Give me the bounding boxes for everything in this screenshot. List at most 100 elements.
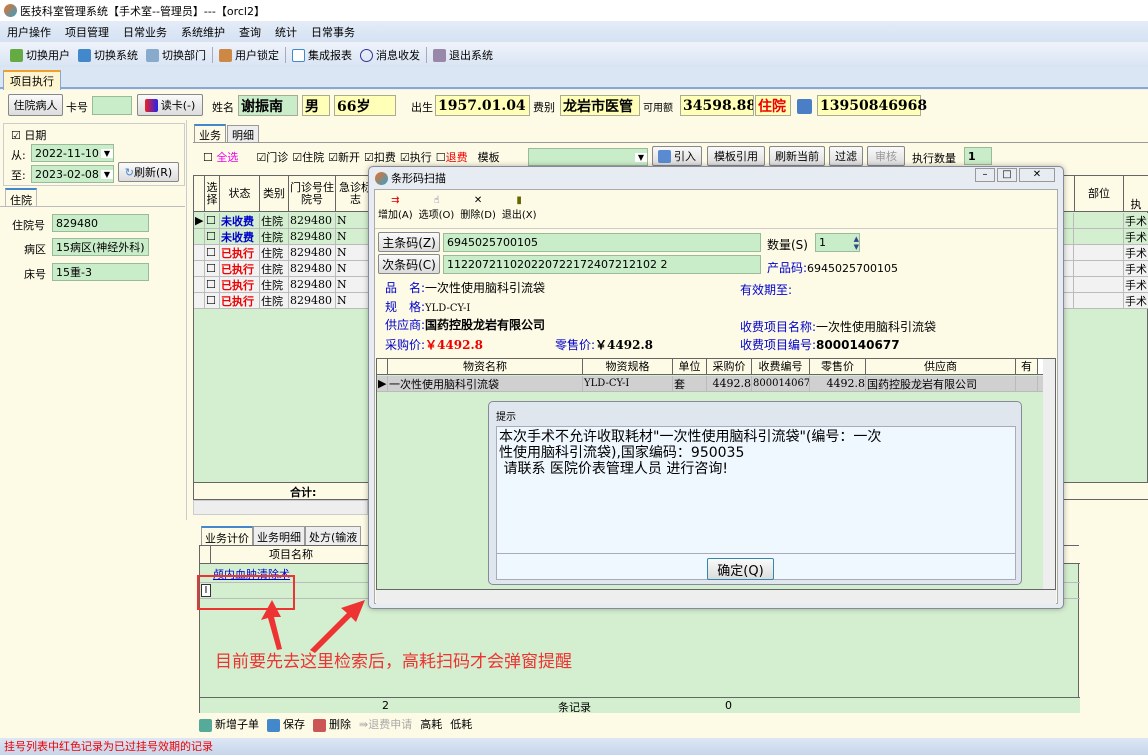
header-site[interactable]: 部位 <box>1074 176 1124 211</box>
select-all-checkbox[interactable]: ☐ 全选 <box>203 149 238 165</box>
new-sub-order-button[interactable]: 新增子单 <box>199 716 259 732</box>
cell-visit-no: 829480 <box>289 293 336 308</box>
material-header[interactable]: 单位 <box>673 359 707 374</box>
purchase-price: ￥4492.8 <box>425 338 483 352</box>
material-header[interactable] <box>377 359 388 374</box>
cell-row-checkbox[interactable]: ☐ <box>205 261 220 276</box>
dialog-horizontal-scrollbar[interactable] <box>376 590 1056 604</box>
refresh-current-button[interactable]: 刷新当前 <box>769 146 825 166</box>
cell-category: 住院 <box>260 213 289 228</box>
tab-project-execution[interactable]: 项目执行 <box>3 70 61 90</box>
cell-row-checkbox[interactable]: ☐ <box>205 213 220 228</box>
executed-checkbox[interactable]: ☑执行 <box>400 149 432 165</box>
header-select[interactable]: 选择 <box>205 176 220 211</box>
switch-dept-button[interactable]: 切换部门 <box>142 47 210 63</box>
ok-button[interactable]: 确定(Q) <box>707 558 774 580</box>
menu-project-mgmt[interactable]: 项目管理 <box>58 24 116 40</box>
cell-exec: 手术 <box>1125 294 1147 308</box>
sub-code-button[interactable]: 次条码(C) <box>378 254 440 274</box>
tab-business[interactable]: 业务 <box>194 124 226 142</box>
cell-row-checkbox[interactable]: ☐ <box>205 293 220 308</box>
sub-code-input[interactable]: 112207211020220722172407212102 2 <box>443 255 761 274</box>
refund-checkbox[interactable]: ☐退费 <box>436 149 468 165</box>
material-row[interactable]: ▶一次性使用脑科引流袋YLD-CY-I套4492.880001406774492… <box>377 376 1045 392</box>
patient-age: 66岁 <box>334 95 396 116</box>
menu-statistics[interactable]: 统计 <box>268 24 304 40</box>
new-checkbox[interactable]: ☑新开 <box>328 149 360 165</box>
main-code-button[interactable]: 主条码(Z) <box>378 232 440 252</box>
material-header[interactable]: 采购价 <box>707 359 752 374</box>
material-header[interactable]: 有 <box>1016 359 1038 374</box>
reports-button[interactable]: 集成报表 <box>288 47 356 63</box>
add-button[interactable]: ⇉ 增加(A) <box>378 195 413 221</box>
chevron-down-icon[interactable]: ▼ <box>101 148 113 158</box>
from-date-picker[interactable]: 2022-11-10 ▼ <box>31 144 114 162</box>
material-header[interactable]: 物资规格 <box>583 359 673 374</box>
outpatient-checkbox[interactable]: ☑门诊 <box>256 149 288 165</box>
refund-request-button[interactable]: ⇛退费申请 <box>359 716 412 732</box>
material-cell: 套 <box>673 376 707 391</box>
inpatient-checkbox[interactable]: ☑住院 <box>292 149 324 165</box>
filter-button[interactable]: 过滤 <box>829 146 863 166</box>
header-visit-no[interactable]: 门诊号住院号 <box>289 176 336 211</box>
switch-system-button[interactable]: 切换系统 <box>74 47 142 63</box>
exit-button[interactable]: ▮ 退出(X) <box>502 195 537 221</box>
deduct-checkbox[interactable]: ☑扣费 <box>364 149 396 165</box>
card-input[interactable] <box>92 96 132 115</box>
qty-stepper[interactable]: 1 ▲ ▼ <box>815 233 860 252</box>
low-cost-button[interactable]: 低耗 <box>450 716 472 732</box>
vertical-scrollbar[interactable] <box>1043 359 1055 589</box>
menu-bar: 用户操作 项目管理 日常业务 系统维护 查询 统计 日常事务 <box>0 21 1148 42</box>
inpatient-button[interactable]: 住院病人 <box>8 94 63 116</box>
close-icon[interactable]: ✕ <box>1019 168 1055 182</box>
horizontal-scrollbar[interactable] <box>193 500 368 515</box>
save-button[interactable]: 保存 <box>267 716 305 732</box>
exit-system-button[interactable]: 退出系统 <box>429 47 497 63</box>
switch-icon <box>78 48 91 62</box>
splitter[interactable] <box>186 120 192 520</box>
chevron-down-icon[interactable]: ▼ <box>635 152 647 162</box>
header-category[interactable]: 类别 <box>260 176 289 211</box>
chevron-down-icon[interactable]: ▼ <box>101 169 113 179</box>
spin-icon[interactable]: ▲ ▼ <box>854 235 859 251</box>
material-header[interactable]: 物资名称 <box>388 359 583 374</box>
fee-item-name: 一次性使用脑科引流袋 <box>816 320 937 334</box>
exec-qty-input[interactable]: 1 <box>964 147 992 165</box>
menu-daily-business[interactable]: 日常业务 <box>116 24 174 40</box>
menu-system-maintenance[interactable]: 系统维护 <box>174 24 232 40</box>
main-code-input[interactable]: 6945025700105 <box>443 233 761 252</box>
header-exec[interactable]: 执 <box>1124 176 1148 211</box>
menu-daily-affairs[interactable]: 日常事务 <box>304 24 362 40</box>
template-select[interactable]: ▼ <box>528 148 648 166</box>
cell-row-checkbox[interactable]: ☐ <box>205 277 220 292</box>
switch-user-button[interactable]: 切换用户 <box>6 47 74 63</box>
dialog-delete-button[interactable]: ✕ 删除(D) <box>460 195 496 221</box>
high-cost-button[interactable]: 高耗 <box>420 716 442 732</box>
minimize-icon[interactable]: – <box>975 168 995 182</box>
refresh-button[interactable]: ↻ 刷新(R) <box>118 162 179 182</box>
cell-exec: 手术 <box>1125 230 1147 244</box>
import-button[interactable]: 引入 <box>652 146 702 166</box>
read-card-button[interactable]: 读卡(-) <box>137 94 203 116</box>
date-checkbox[interactable]: ☑ 日期 <box>11 127 46 143</box>
delete-button[interactable]: 删除 <box>313 716 351 732</box>
menu-user-ops[interactable]: 用户操作 <box>0 24 58 40</box>
header-item-name[interactable]: 项目名称 <box>211 546 371 563</box>
cell-row-checkbox[interactable]: ☐ <box>205 229 220 244</box>
material-header[interactable]: 供应商 <box>866 359 1016 374</box>
options-button[interactable]: ☝ 选项(O) <box>419 195 455 221</box>
purchase-label: 采购价: <box>385 338 426 352</box>
audit-button[interactable]: 审核 <box>867 146 905 166</box>
tab-detail[interactable]: 明细 <box>227 125 259 142</box>
material-header[interactable]: 收费编号 <box>752 359 810 374</box>
maximize-icon[interactable]: □ <box>997 168 1017 182</box>
material-header[interactable]: 零售价 <box>810 359 866 374</box>
cell-row-checkbox[interactable]: ☐ <box>205 245 220 260</box>
user-lock-button[interactable]: 用户锁定 <box>215 47 283 63</box>
messages-button[interactable]: 消息收发 <box>356 47 424 63</box>
template-ref-button[interactable]: 模板引用 <box>707 146 765 166</box>
header-status[interactable]: 状态 <box>220 176 260 211</box>
tab-inpatient[interactable]: 住院 <box>5 188 37 207</box>
to-date-picker[interactable]: 2023-02-08 ▼ <box>31 165 114 183</box>
menu-query[interactable]: 查询 <box>232 24 268 40</box>
